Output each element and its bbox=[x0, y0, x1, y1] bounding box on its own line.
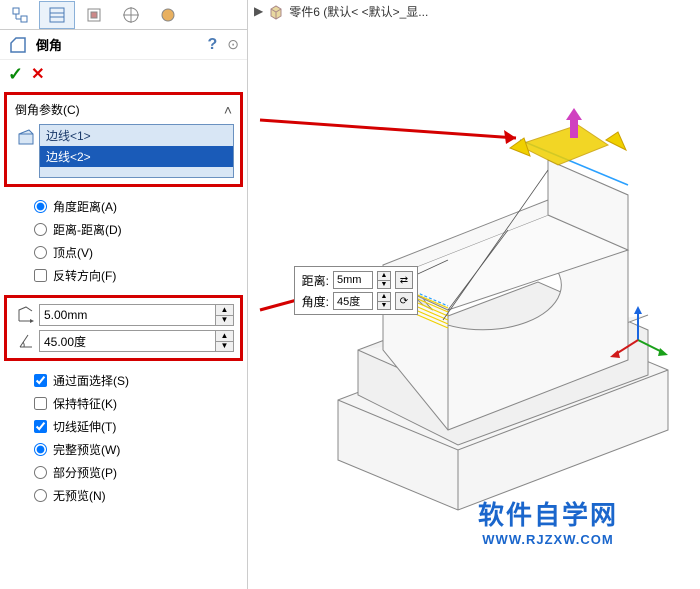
dimension-params-group: ▲▼ ▲▼ bbox=[4, 295, 243, 361]
callout-angle-spinner[interactable]: ▲▼ bbox=[377, 292, 391, 310]
radio-vertex[interactable] bbox=[34, 246, 47, 259]
radio-angle-distance[interactable] bbox=[34, 200, 47, 213]
display-icon bbox=[159, 6, 177, 24]
angle-input[interactable] bbox=[39, 330, 216, 352]
checkbox-tangent[interactable] bbox=[34, 420, 47, 433]
more-options: 通过面选择(S) 保持特征(K) 切线延伸(T) 完整预览(W) 部分预览(P)… bbox=[0, 365, 247, 511]
selection-row: 边线<1> 边线<2> bbox=[9, 122, 238, 180]
watermark-cn: 软件自学网 bbox=[478, 495, 618, 532]
tab-feature-tree[interactable] bbox=[2, 1, 38, 29]
angle-spinner[interactable]: ▲▼ bbox=[216, 330, 234, 352]
radio-distance-distance[interactable] bbox=[34, 223, 47, 236]
spin-down[interactable]: ▼ bbox=[216, 316, 233, 326]
callout-angle-input[interactable] bbox=[333, 292, 373, 310]
callout-reverse-distance[interactable]: ⇄ bbox=[395, 271, 413, 289]
callout-distance-label: 距离: bbox=[299, 272, 329, 289]
label-partial-preview: 部分预览(P) bbox=[53, 464, 117, 481]
label-full-preview: 完整预览(W) bbox=[53, 441, 120, 458]
edge-select-icon bbox=[13, 124, 39, 164]
watermark: 软件自学网 WWW.RJZXW.COM bbox=[478, 495, 618, 547]
feature-title: 倒角 bbox=[36, 35, 62, 54]
property-icon bbox=[48, 6, 66, 24]
distance-input[interactable] bbox=[39, 304, 216, 326]
config-icon bbox=[85, 6, 103, 24]
cancel-button[interactable]: ✕ bbox=[31, 64, 44, 84]
spin-up[interactable]: ▲ bbox=[216, 305, 233, 316]
callout-angle-label: 角度: bbox=[299, 293, 329, 310]
panel-tab-bar bbox=[0, 0, 247, 30]
ok-button[interactable]: ✓ bbox=[8, 64, 23, 85]
tree-icon bbox=[11, 6, 29, 24]
chamfer-type-options: 角度距离(A) 距离-距离(D) 顶点(V) 反转方向(F) bbox=[0, 191, 247, 291]
radio-full-preview[interactable] bbox=[34, 443, 47, 456]
property-panel: 倒角 ? ⊙ ✓ ✕ 倒角参数(C) ˄ 边线<1> 边线<2> 角度距离(A)… bbox=[0, 0, 248, 589]
label-tangent: 切线延伸(T) bbox=[53, 418, 116, 435]
callout-distance-spinner[interactable]: ▲▼ bbox=[377, 271, 391, 289]
chamfer-params-group: 倒角参数(C) ˄ 边线<1> 边线<2> bbox=[4, 92, 243, 187]
distance-icon bbox=[13, 305, 39, 325]
group-title: 倒角参数(C) bbox=[15, 101, 80, 118]
checkbox-flip[interactable] bbox=[34, 269, 47, 282]
radio-no-preview[interactable] bbox=[34, 489, 47, 502]
callout-distance-input[interactable] bbox=[333, 271, 373, 289]
label-flip: 反转方向(F) bbox=[53, 267, 116, 284]
target-icon bbox=[122, 6, 140, 24]
tab-dimxpert[interactable] bbox=[113, 1, 149, 29]
watermark-en: WWW.RJZXW.COM bbox=[478, 532, 618, 547]
distance-param-row: ▲▼ bbox=[9, 302, 238, 328]
selection-item[interactable]: 边线<1> bbox=[40, 125, 233, 146]
label-vertex: 顶点(V) bbox=[53, 244, 93, 261]
ok-cancel-bar: ✓ ✕ bbox=[0, 60, 247, 88]
spin-up[interactable]: ▲ bbox=[216, 331, 233, 342]
tab-config[interactable] bbox=[76, 1, 112, 29]
angle-param-row: ▲▼ bbox=[9, 328, 238, 354]
label-no-preview: 无预览(N) bbox=[53, 487, 106, 504]
label-keep-feature: 保持特征(K) bbox=[53, 395, 117, 412]
angle-icon bbox=[13, 331, 39, 351]
chamfer-icon bbox=[8, 35, 28, 55]
spin-down[interactable]: ▼ bbox=[216, 342, 233, 352]
feature-header: 倒角 ? ⊙ bbox=[0, 30, 247, 60]
graphics-area[interactable]: ▶ 零件6 (默认< <默认>_显... bbox=[248, 0, 700, 589]
distance-spinner[interactable]: ▲▼ bbox=[216, 304, 234, 326]
label-angle-distance: 角度距离(A) bbox=[53, 198, 117, 215]
checkbox-keep-feature[interactable] bbox=[34, 397, 47, 410]
chevron-up-icon: ˄ bbox=[224, 102, 232, 118]
tab-property-manager[interactable] bbox=[39, 1, 75, 29]
selection-item[interactable]: 边线<2> bbox=[40, 146, 233, 167]
callout-reverse-angle[interactable]: ⟳ bbox=[395, 292, 413, 310]
group-header[interactable]: 倒角参数(C) ˄ bbox=[9, 97, 238, 122]
selection-list[interactable]: 边线<1> 边线<2> bbox=[39, 124, 234, 178]
radio-partial-preview[interactable] bbox=[34, 466, 47, 479]
help-icon[interactable]: ? bbox=[207, 36, 217, 54]
checkbox-through-face[interactable] bbox=[34, 374, 47, 387]
dimension-callout[interactable]: 距离: ▲▼ ⇄ 角度: ▲▼ ⟳ bbox=[294, 266, 418, 315]
label-through-face: 通过面选择(S) bbox=[53, 372, 129, 389]
label-distance-distance: 距离-距离(D) bbox=[53, 221, 122, 238]
tab-display[interactable] bbox=[150, 1, 186, 29]
pin-icon[interactable]: ⊙ bbox=[227, 36, 239, 53]
